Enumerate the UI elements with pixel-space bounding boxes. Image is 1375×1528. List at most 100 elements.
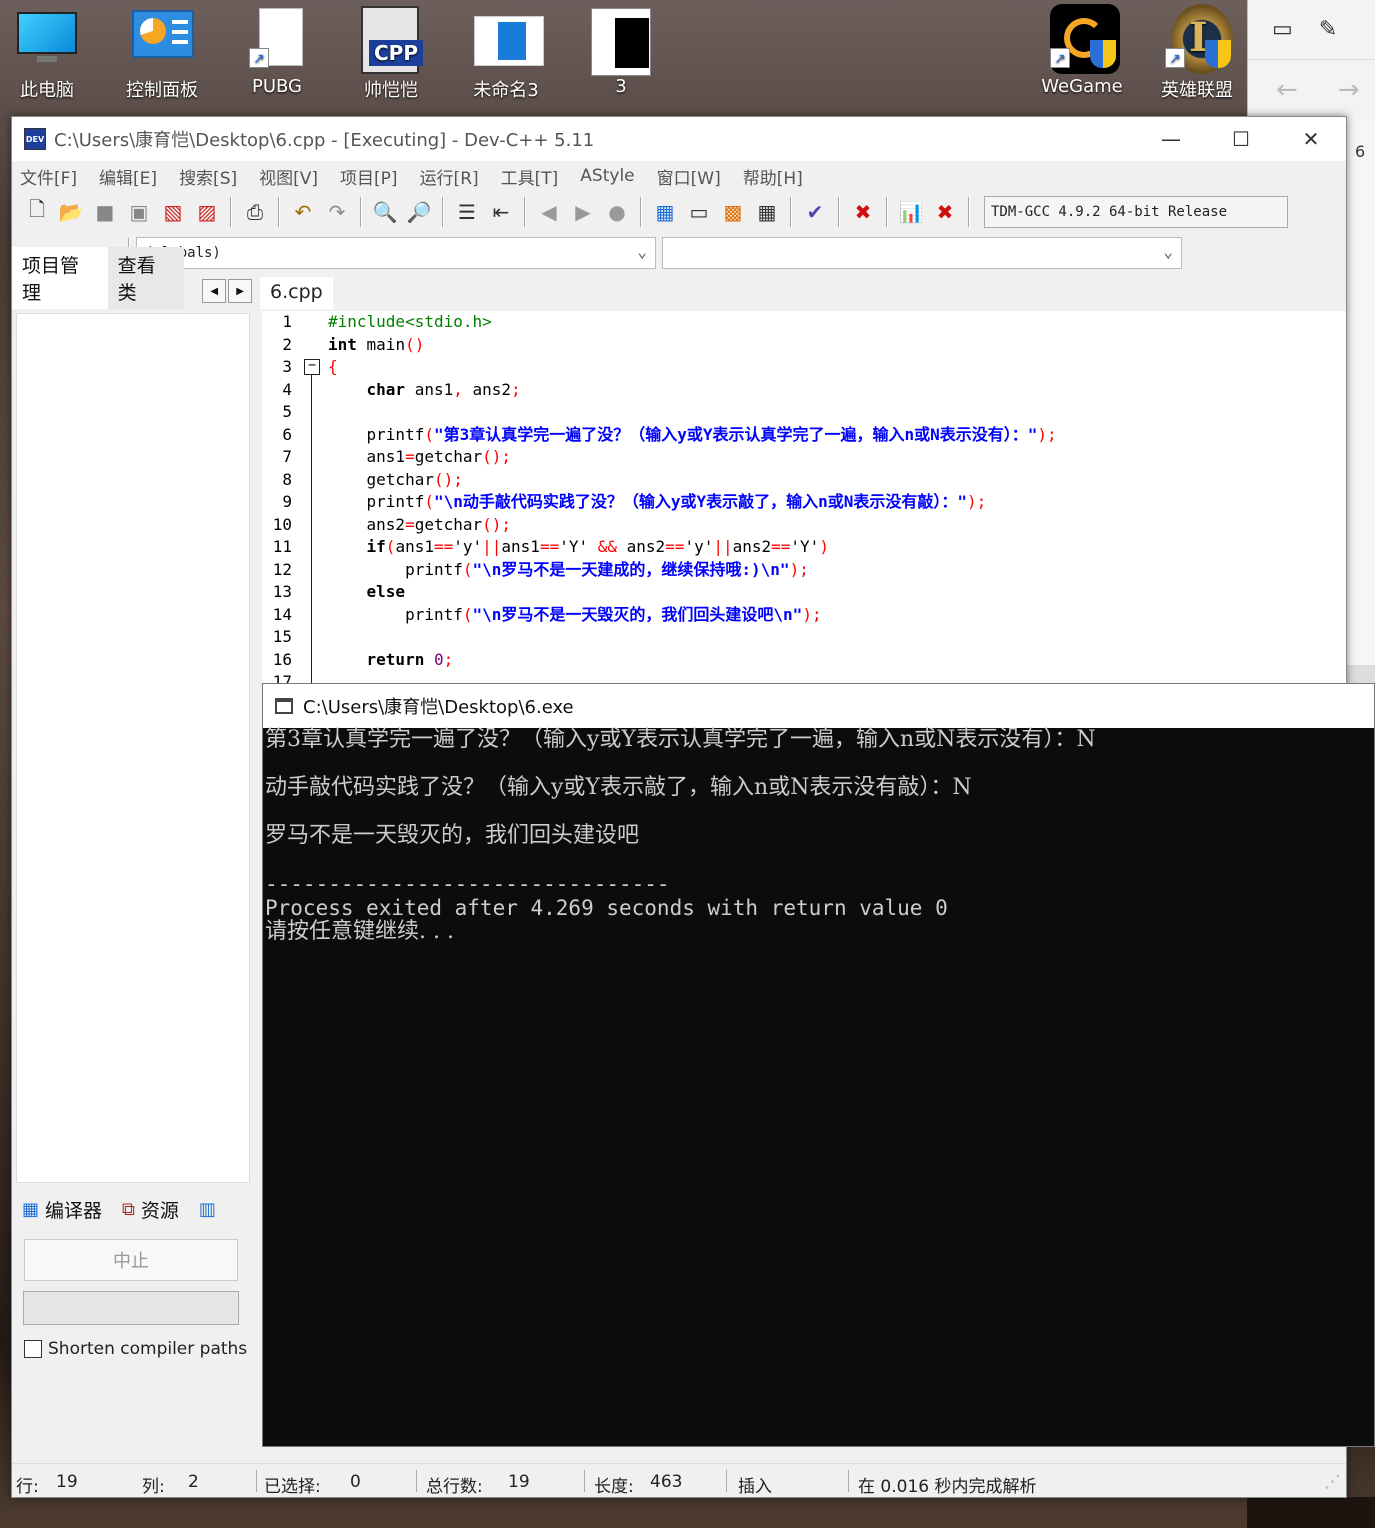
goto-icon[interactable]: ● [602,197,632,227]
menu-tools[interactable]: 工具[T] [501,164,570,189]
tab-resources-label: 资源 [140,1199,179,1222]
menu-window[interactable]: 窗口[W] [657,164,732,189]
close-all-icon[interactable]: ▨ [192,197,222,227]
console-titlebar[interactable]: C:\Users\康育恺\Desktop\6.exe [263,684,1374,728]
devcpp-file-icon: CPP [359,4,423,74]
compile-icon[interactable]: ▦ [650,197,680,227]
chart-icon[interactable]: 📊 [896,197,926,227]
desktop-icon-pubg[interactable]: ↗ PUBG [227,4,327,97]
code-line-1: #include<stdio.h> [328,311,1346,334]
back-arrow-icon[interactable]: ← [1276,75,1298,105]
menu-project[interactable]: 项目[P] [340,164,409,189]
code-line-16: return 0; [328,649,1346,672]
menu-help[interactable]: 帮助[H] [743,164,814,189]
fold-toggle-icon[interactable]: − [304,359,320,375]
devcpp-titlebar[interactable]: DEV C:\Users\康育恺\Desktop\6.cpp - [Execut… [12,117,1346,161]
undo-icon[interactable]: ↶ [288,197,318,227]
bookmark-back-icon[interactable]: ◀ [534,197,564,227]
desktop-icon-this-pc[interactable]: 此电脑 [0,4,97,102]
tab-project-manager[interactable]: 项目管理 [12,247,108,309]
tab-class-view[interactable]: 查看类 [107,247,185,309]
code-token: "\n罗马不是一天毁灭的，我们回头建设吧\n" [472,604,803,624]
resize-grip-icon[interactable]: ⋰ [1324,1472,1341,1492]
code-line-6: printf("第3章认真学完一遍了没？（输入y或Y表示认真学完了一遍，输入n或… [328,424,1346,447]
code-token: ans2 [732,537,772,556]
stop-icon[interactable]: ✖ [848,197,878,227]
menu-view[interactable]: 视图[V] [259,164,329,189]
panel-icon[interactable]: ▭ [1272,17,1293,42]
bookmark-fwd-icon[interactable]: ▶ [568,197,598,227]
tab-6cpp[interactable]: 6.cpp [260,277,333,309]
toolbar-separator [968,197,970,227]
shorten-paths-checkbox[interactable]: Shorten compiler paths [24,1339,260,1359]
desktop-icon-3[interactable]: 3 [571,4,671,97]
code-token: == [771,537,791,556]
redo-icon[interactable]: ↷ [322,197,352,227]
fold-column: − [302,311,322,685]
code-token: getchar [366,469,434,489]
rebuild-icon[interactable]: ▦ [752,197,782,227]
close-button[interactable]: ✕ [1276,117,1346,161]
shortcut-arrow-icon: ↗ [1050,48,1070,68]
tab-compile-log[interactable]: ▥ [189,1199,226,1220]
toolbar-separator [442,197,444,227]
unindent-icon[interactable]: ⇤ [486,197,516,227]
desktop-icon-lol[interactable]: L ↗ 英雄联盟 [1147,4,1247,102]
code-text: #include<stdio.h> int main() { char ans1… [328,311,1346,685]
menu-edit[interactable]: 编辑[E] [99,164,168,189]
find-icon[interactable]: 🔍 [370,197,400,227]
tab-scroll-left-icon[interactable]: ◀ [202,279,227,303]
code-token: ; [443,649,454,669]
save-all-icon[interactable]: ▣ [124,197,154,227]
indent-icon[interactable]: ☰ [452,197,482,227]
new-file-icon[interactable]: 🗋 [22,197,52,227]
print-icon[interactable]: ⎙ [240,197,270,227]
code-token: ans1 [366,447,406,466]
close-file-icon[interactable]: ▧ [158,197,188,227]
open-file-icon[interactable]: 📂 [56,197,86,227]
code-line-14: printf("\n罗马不是一天毁灭的，我们回头建设吧\n"); [328,604,1346,627]
line-number: 16 [272,649,292,669]
checkbox-box[interactable] [24,1340,42,1358]
code-line-7: ans1=getchar(); [328,446,1346,469]
code-token: ans1 [501,537,540,556]
maximize-button[interactable]: ☐ [1206,117,1276,161]
tab-compiler[interactable]: ▦ 编译器 [12,1196,112,1223]
desktop-icon-shuaikaikai[interactable]: CPP 帅恺恺 [341,4,441,102]
code-token: = [405,447,415,466]
member-combo[interactable]: ⌄ [662,237,1182,269]
replace-icon[interactable]: 🔎 [404,197,434,227]
minimize-button[interactable]: — [1136,117,1206,161]
desktop-icon-wegame[interactable]: ↗ WeGame [1032,4,1132,97]
abort-button[interactable]: 中止 [24,1239,238,1281]
run-icon[interactable]: ▭ [684,197,714,227]
desktop-icon-control-panel[interactable]: 控制面板 [112,4,212,102]
syntax-check-icon[interactable]: ✔ [800,197,830,227]
code-editor[interactable]: 1 2 3 4 5 6 7 8 9 10 11 12 13 14 15 16 1… [262,311,1346,685]
compile-run-icon[interactable]: ▩ [718,197,748,227]
status-line-label: 行: [16,1477,39,1497]
code-token: 0 [424,649,444,669]
menu-astyle[interactable]: AStyle [580,166,645,186]
editor-tabs: 6.cpp [260,273,1346,309]
tab-scroll-right-icon[interactable]: ▶ [228,279,252,303]
project-tree[interactable] [16,313,250,1183]
console-window[interactable]: C:\Users\康育恺\Desktop\6.exe 第3章认真学完一遍了没？（… [262,683,1375,1447]
profile-delete-icon[interactable]: ✖ [930,197,960,227]
desktop-icon-untitled3[interactable]: 未命名3 [456,4,556,102]
menu-run[interactable]: 运行[R] [420,164,490,189]
save-icon[interactable]: ■ [90,197,120,227]
menu-file[interactable]: 文件[F] [20,164,88,189]
forward-arrow-icon[interactable]: → [1338,75,1360,105]
compiler-select[interactable]: TDM-GCC 4.9.2 64-bit Release [984,196,1288,228]
tab-resources[interactable]: ⧉ 资源 [112,1196,189,1223]
code-line-11: if(ans1=='y'||ans1=='Y' && ans2=='y'||an… [328,536,1346,559]
scope-combo[interactable]: (globals) ⌄ [136,237,656,269]
edit-icon[interactable]: ✎ [1319,17,1337,42]
menu-search[interactable]: 搜索[S] [179,164,248,189]
code-token: ( [462,604,473,624]
